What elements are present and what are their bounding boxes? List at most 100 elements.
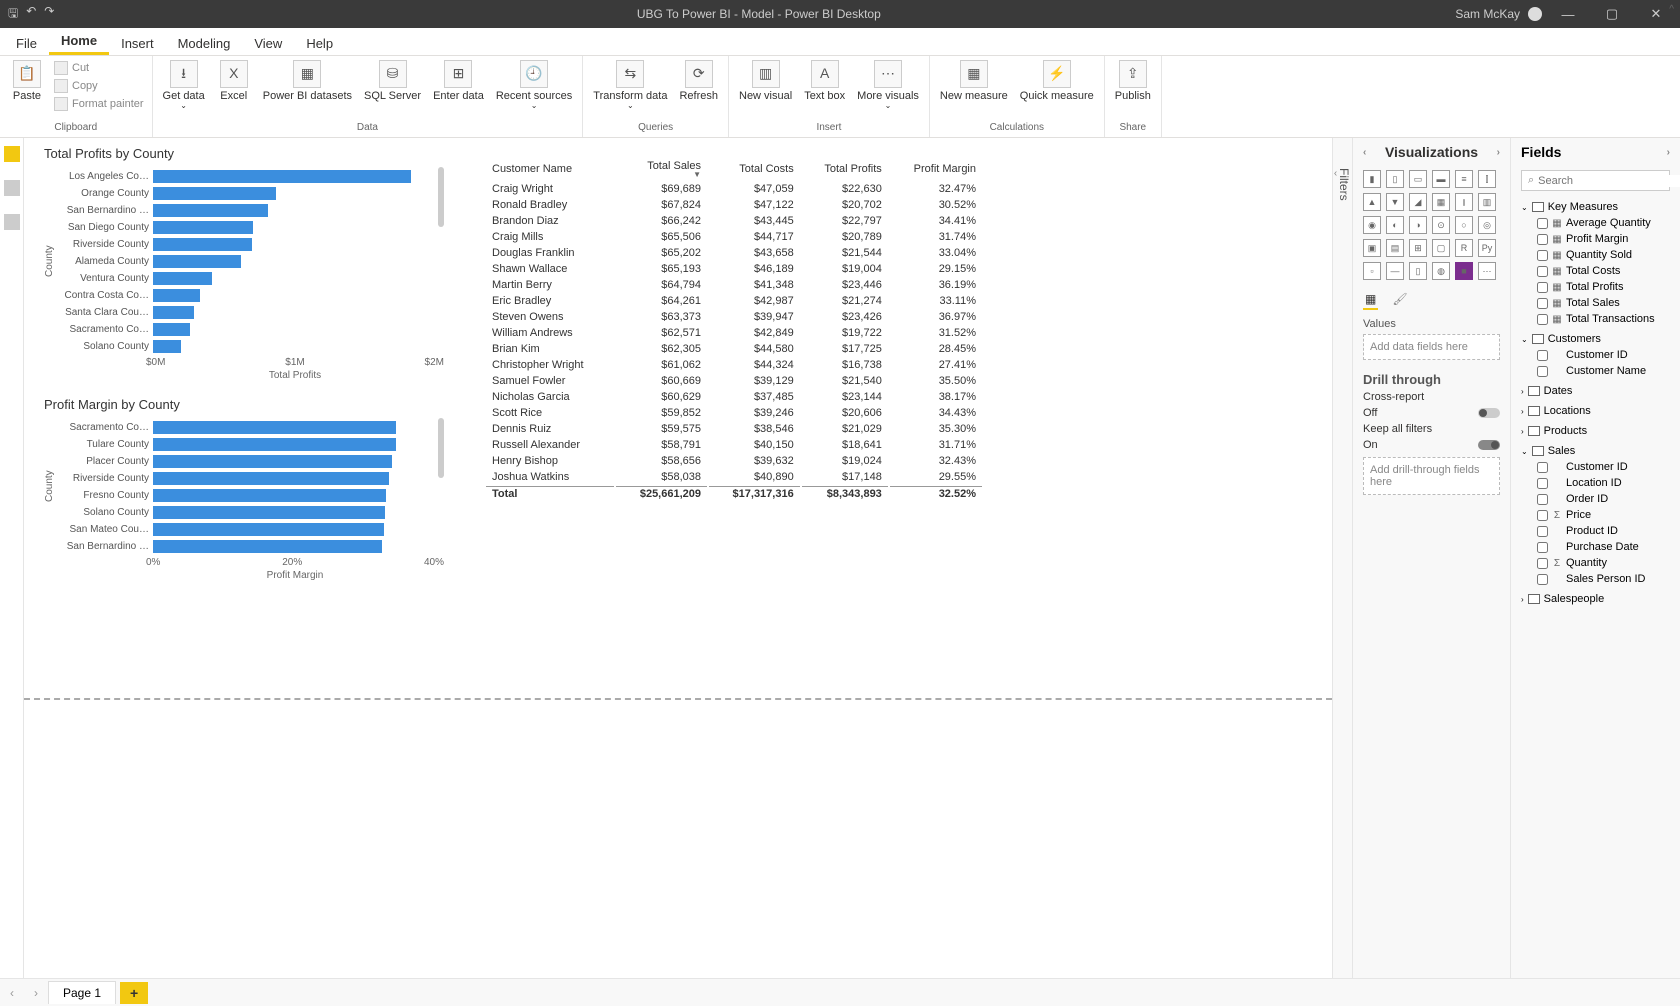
table-header-dates[interactable]: ›Dates [1521, 383, 1670, 399]
tab-view[interactable]: View [242, 32, 294, 55]
viz-type-icon[interactable]: ▦ [1432, 193, 1450, 211]
bar-row[interactable]: San Mateo Cou… [55, 521, 436, 537]
tab-insert[interactable]: Insert [109, 32, 166, 55]
field-checkbox[interactable] [1537, 478, 1548, 489]
bar-row[interactable]: Alameda County [55, 253, 436, 269]
viz-type-icon[interactable]: ▯ [1409, 262, 1427, 280]
bar-row[interactable]: Los Angeles Co… [55, 168, 436, 184]
viz-type-icon[interactable]: ◢ [1409, 193, 1427, 211]
viz-type-icon[interactable]: ◑ [1409, 216, 1427, 234]
viz-type-icon[interactable]: ⊞ [1409, 239, 1427, 257]
viz-type-icon[interactable]: — [1386, 262, 1404, 280]
viz-collapse-icon[interactable]: ‹ [1363, 147, 1366, 158]
table-row[interactable]: Steven Owens$63,373$39,947$23,42636.97% [486, 310, 982, 324]
table-header-key-measures[interactable]: ⌄Key Measures [1521, 199, 1670, 215]
bar-row[interactable]: San Diego County [55, 219, 436, 235]
tab-home[interactable]: Home [49, 29, 109, 55]
field-item[interactable]: ▦Total Transactions [1521, 311, 1670, 327]
field-item[interactable]: Location ID [1521, 475, 1670, 491]
fields-expand-icon[interactable]: › [1667, 147, 1670, 158]
chart2-scrollbar[interactable] [438, 418, 444, 478]
table-header-customers[interactable]: ⌄Customers [1521, 331, 1670, 347]
viz-expand-icon[interactable]: › [1497, 147, 1500, 158]
report-view-icon[interactable] [4, 146, 20, 162]
transform-data-button[interactable]: ⇆Transform data⌄ [589, 58, 671, 113]
cut-button[interactable]: Cut [52, 60, 146, 76]
viz-type-icon[interactable]: ≡ [1455, 170, 1473, 188]
field-checkbox[interactable] [1537, 574, 1548, 585]
get-data-button[interactable]: ⭳Get data⌄ [159, 58, 209, 113]
table-row[interactable]: Brian Kim$62,305$44,580$17,72528.45% [486, 342, 982, 356]
bar-row[interactable]: Sacramento Co… [55, 419, 436, 435]
viz-type-icon[interactable]: R [1455, 239, 1473, 257]
field-checkbox[interactable] [1537, 558, 1548, 569]
enter-data-button[interactable]: ⊞Enter data [429, 58, 488, 104]
viz-type-icon[interactable]: Py [1478, 239, 1496, 257]
table-row[interactable]: Martin Berry$64,794$41,348$23,44636.19% [486, 278, 982, 292]
field-item[interactable]: ▦Quantity Sold [1521, 247, 1670, 263]
page-prev-button[interactable]: ‹ [0, 986, 24, 1000]
field-item[interactable]: ▦Total Profits [1521, 279, 1670, 295]
viz-type-icon[interactable]: ▲ [1363, 193, 1381, 211]
filters-pane-collapsed[interactable]: ‹ Filters [1332, 138, 1352, 978]
field-item[interactable]: ▦Total Sales [1521, 295, 1670, 311]
publish-button[interactable]: ⇪Publish [1111, 58, 1155, 104]
table-row[interactable]: Christopher Wright$61,062$44,324$16,7382… [486, 358, 982, 372]
page-tab-1[interactable]: Page 1 [48, 981, 116, 1004]
field-checkbox[interactable] [1537, 234, 1548, 245]
chart1-scrollbar[interactable] [438, 167, 444, 227]
field-checkbox[interactable] [1537, 298, 1548, 309]
table-row[interactable]: Nicholas Garcia$60,629$37,485$23,14438.1… [486, 390, 982, 404]
bar-row[interactable]: Sacramento Co… [55, 321, 436, 337]
report-canvas[interactable]: Total Profits by County County Los Angel… [24, 138, 1332, 978]
field-checkbox[interactable] [1537, 282, 1548, 293]
viz-type-icon[interactable]: ⋯ [1478, 262, 1496, 280]
viz-type-icon[interactable]: ◉ [1363, 216, 1381, 234]
viz-type-icon[interactable]: ◐ [1386, 216, 1404, 234]
table-header-locations[interactable]: ›Locations [1521, 403, 1670, 419]
viz-type-icon[interactable]: ▯ [1386, 170, 1404, 188]
bar-row[interactable]: Santa Clara Cou… [55, 304, 436, 320]
text-box-button[interactable]: AText box [800, 58, 849, 104]
field-checkbox[interactable] [1537, 314, 1548, 325]
bar-row[interactable]: Fresno County [55, 487, 436, 503]
bar-row[interactable]: Tulare County [55, 436, 436, 452]
field-item[interactable]: ▦Total Costs [1521, 263, 1670, 279]
field-item[interactable]: ▦Average Quantity [1521, 215, 1670, 231]
field-item[interactable]: Customer ID [1521, 459, 1670, 475]
keep-filters-toggle[interactable] [1478, 440, 1500, 450]
field-item[interactable]: Product ID [1521, 523, 1670, 539]
field-checkbox[interactable] [1537, 366, 1548, 377]
sql-server-button[interactable]: ⛁SQL Server [360, 58, 425, 104]
table-row[interactable]: Craig Mills$65,506$44,717$20,78931.74% [486, 230, 982, 244]
new-measure-button[interactable]: ▦New measure [936, 58, 1012, 104]
table-row[interactable]: Ronald Bradley$67,824$47,122$20,70230.52… [486, 198, 982, 212]
table-row[interactable]: Joshua Watkins$58,038$40,890$17,14829.55… [486, 470, 982, 484]
field-checkbox[interactable] [1537, 526, 1548, 537]
table-row[interactable]: Russell Alexander$58,791$40,150$18,64131… [486, 438, 982, 452]
values-well[interactable]: Add data fields here [1363, 334, 1500, 360]
table-row[interactable]: Henry Bishop$58,656$39,632$19,02432.43% [486, 454, 982, 468]
viz-type-icon[interactable]: ▤ [1386, 239, 1404, 257]
field-checkbox[interactable] [1537, 218, 1548, 229]
field-item[interactable]: ▦Profit Margin [1521, 231, 1670, 247]
bar-row[interactable]: Riverside County [55, 236, 436, 252]
viz-type-icon[interactable]: ▥ [1478, 193, 1496, 211]
field-item[interactable]: Customer ID [1521, 347, 1670, 363]
table-row[interactable]: Craig Wright$69,689$47,059$22,63032.47% [486, 182, 982, 196]
minimize-button[interactable]: — [1550, 7, 1586, 22]
cross-report-toggle[interactable] [1478, 408, 1500, 418]
field-checkbox[interactable] [1537, 542, 1548, 553]
tab-help[interactable]: Help [294, 32, 345, 55]
field-item[interactable]: Sales Person ID [1521, 571, 1670, 587]
field-item[interactable]: ΣQuantity [1521, 555, 1670, 571]
viz-type-icon[interactable]: ■ [1455, 262, 1473, 280]
tab-file[interactable]: File [4, 32, 49, 55]
format-tab-icon[interactable]: 🖌 [1390, 290, 1409, 310]
bar-row[interactable]: Solano County [55, 504, 436, 520]
viz-type-icon[interactable]: ○ [1455, 216, 1473, 234]
field-checkbox[interactable] [1537, 510, 1548, 521]
bar-row[interactable]: Orange County [55, 185, 436, 201]
column-header[interactable]: Total Costs [709, 158, 800, 180]
field-checkbox[interactable] [1537, 250, 1548, 261]
